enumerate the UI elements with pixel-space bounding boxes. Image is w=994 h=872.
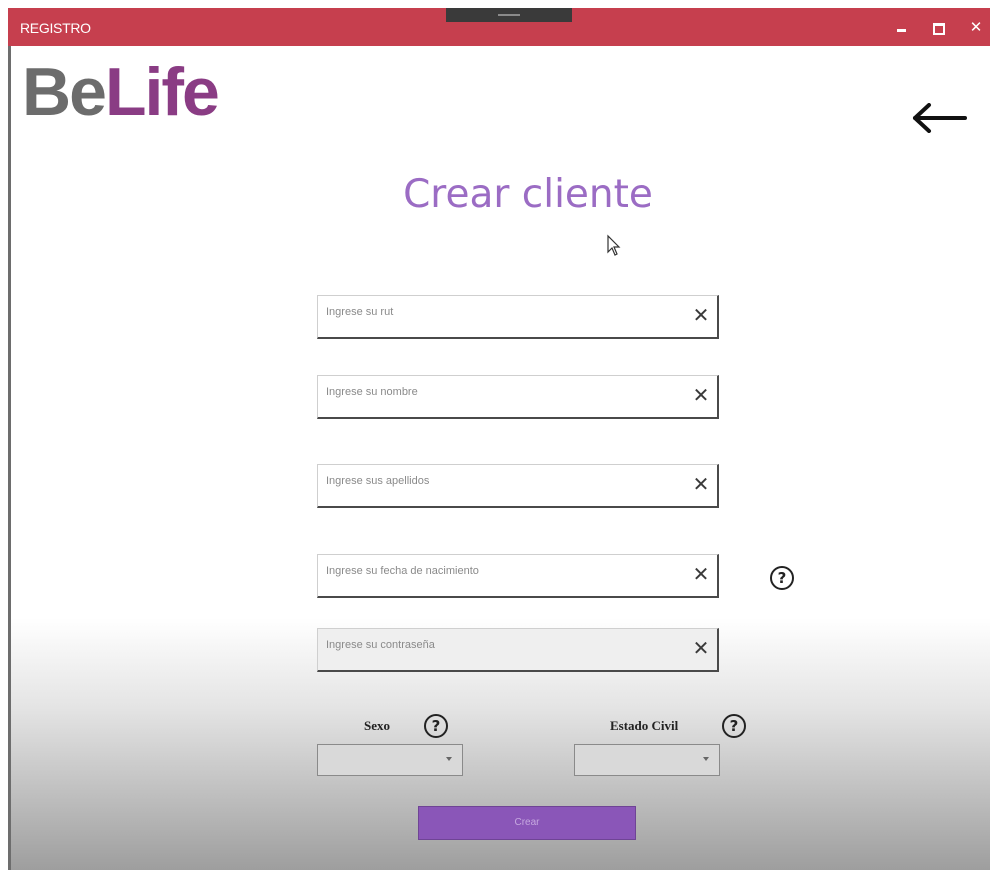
apellidos-placeholder: Ingrese sus apellidos [326, 475, 430, 487]
minimize-button[interactable] [890, 16, 914, 38]
clear-icon[interactable]: ✕ [691, 564, 711, 584]
logo-part-be: Be [22, 54, 107, 130]
clear-icon[interactable]: ✕ [691, 638, 711, 658]
crear-button[interactable]: Crear [418, 806, 636, 840]
clear-icon[interactable]: ✕ [691, 385, 711, 405]
fecha-nacimiento-placeholder: Ingrese su fecha de nacimiento [326, 565, 479, 577]
app-window: REGISTRO ✕ BeLife Crear cliente Ingrese … [8, 8, 990, 870]
help-icon-fecha[interactable]: ? [770, 566, 794, 590]
close-button[interactable]: ✕ [964, 16, 988, 38]
mouse-cursor-icon [607, 234, 621, 256]
drag-handle[interactable] [446, 8, 572, 22]
arrow-left-icon [913, 103, 967, 133]
estado-civil-label: Estado Civil [610, 718, 679, 733]
clear-icon[interactable]: ✕ [691, 474, 711, 494]
title-bar[interactable]: REGISTRO ✕ [8, 8, 990, 46]
chevron-down-icon [703, 757, 709, 761]
apellidos-input[interactable]: Ingrese sus apellidos ✕ [317, 464, 719, 508]
maximize-button[interactable] [926, 16, 950, 38]
window-title: REGISTRO [20, 20, 91, 36]
sexo-select[interactable] [317, 744, 463, 776]
help-icon-sexo[interactable]: ? [424, 714, 448, 738]
contrasena-input[interactable]: Ingrese su contraseña ✕ [317, 628, 719, 672]
sexo-label: Sexo [364, 718, 390, 733]
maximize-icon [933, 23, 945, 35]
back-button[interactable] [910, 94, 970, 142]
nombre-input[interactable]: Ingrese su nombre ✕ [317, 375, 719, 419]
rut-input[interactable]: Ingrese su rut ✕ [317, 295, 719, 339]
estado-civil-select[interactable] [574, 744, 720, 776]
contrasena-placeholder: Ingrese su contraseña [326, 639, 435, 651]
minimize-icon [897, 29, 906, 32]
logo-part-life: Life [104, 54, 220, 130]
belife-logo: BeLife [22, 52, 220, 132]
fecha-nacimiento-input[interactable]: Ingrese su fecha de nacimiento ✕ [317, 554, 719, 598]
nombre-placeholder: Ingrese su nombre [326, 386, 418, 398]
chevron-down-icon [446, 757, 452, 761]
rut-placeholder: Ingrese su rut [326, 306, 394, 318]
clear-icon[interactable]: ✕ [691, 305, 711, 325]
help-icon-estado-civil[interactable]: ? [722, 714, 746, 738]
close-icon: ✕ [969, 18, 983, 36]
page-title: Crear cliente [403, 172, 653, 217]
